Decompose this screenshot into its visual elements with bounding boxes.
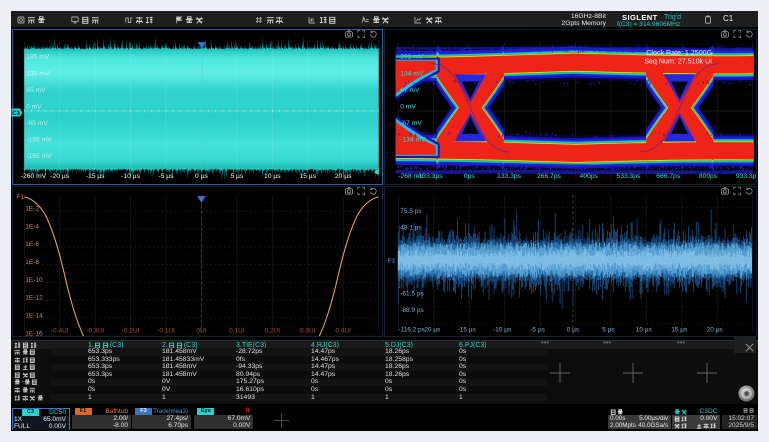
svg-text:Seq Num: 27.510k UI: Seq Num: 27.510k UI — [644, 58, 712, 66]
svg-text:-20 µs: -20 µs — [50, 173, 69, 180]
svg-text:0 mV: 0 mV — [26, 103, 42, 110]
svg-text:-5 µs: -5 µs — [530, 327, 545, 334]
svg-text:266.7ps: 266.7ps — [537, 173, 562, 180]
svg-text:533.3ps: 533.3ps — [617, 173, 642, 180]
svg-text:1E-2: 1E-2 — [25, 205, 39, 212]
svg-text:0ps: 0ps — [464, 173, 475, 180]
svg-text:1E-4: 1E-4 — [25, 223, 39, 230]
svg-text:-5 µs: -5 µs — [158, 173, 174, 180]
svg-text:C3: C3 — [12, 111, 20, 117]
svg-text:130 mV: 130 mV — [26, 70, 50, 77]
svg-text:0UI: 0UI — [196, 328, 206, 335]
svg-text:1E-12: 1E-12 — [25, 295, 43, 302]
svg-text:-195 mV: -195 mV — [26, 153, 52, 160]
svg-text:-15 µs: -15 µs — [86, 173, 105, 180]
svg-text:F3: F3 — [387, 258, 395, 265]
svg-text:-260 mV: -260 mV — [21, 173, 47, 180]
svg-text:0.1UI: 0.1UI — [229, 328, 245, 335]
svg-text:195 mV: 195 mV — [26, 54, 50, 61]
svg-text:20 µs: 20 µs — [707, 327, 724, 334]
svg-text:-61.5 ps: -61.5 ps — [400, 291, 424, 298]
svg-text:0.2UI: 0.2UI — [265, 328, 281, 335]
svg-text:134 mV: 134 mV — [400, 70, 424, 77]
svg-text:0 µs: 0 µs — [567, 327, 580, 334]
svg-text:65 mV: 65 mV — [26, 87, 46, 94]
svg-text:1E-10: 1E-10 — [25, 277, 43, 284]
svg-text:0 mV: 0 mV — [400, 103, 416, 110]
svg-text:-88.9 ps: -88.9 ps — [400, 307, 424, 314]
svg-text:10 µs: 10 µs — [264, 173, 281, 180]
svg-text:15 µs: 15 µs — [671, 327, 688, 334]
svg-text:933.3ps: 933.3ps — [736, 173, 757, 180]
svg-text:1E-6: 1E-6 — [25, 241, 39, 248]
svg-text:-0.3UI: -0.3UI — [86, 328, 104, 335]
svg-text:67 mV: 67 mV — [400, 87, 420, 94]
svg-text:201 mV: 201 mV — [400, 54, 424, 61]
svg-text:400ps: 400ps — [580, 173, 599, 180]
svg-text:-20 µs: -20 µs — [422, 327, 441, 334]
svg-text:666.7ps: 666.7ps — [656, 173, 681, 180]
svg-text:-130 mV: -130 mV — [26, 137, 52, 144]
svg-text:-134 mV: -134 mV — [400, 137, 426, 144]
svg-text:1E-8: 1E-8 — [25, 259, 39, 266]
svg-text:0.3UI: 0.3UI — [300, 328, 316, 335]
svg-text:0.4UI: 0.4UI — [335, 328, 351, 335]
svg-text:1E-16: 1E-16 — [25, 330, 43, 337]
svg-text:800ps: 800ps — [699, 173, 718, 180]
svg-text:-0.2UI: -0.2UI — [122, 328, 140, 335]
svg-text:20 µs: 20 µs — [335, 173, 352, 180]
svg-text:-133.3ps: -133.3ps — [416, 173, 443, 180]
svg-text:-10 µs: -10 µs — [121, 173, 140, 180]
svg-text:-10 µs: -10 µs — [493, 327, 512, 334]
svg-text:133.3ps: 133.3ps — [497, 173, 522, 180]
svg-text:Clock Rate: 1.2500G: Clock Rate: 1.2500G — [646, 49, 712, 57]
svg-text:-65 mV: -65 mV — [26, 120, 48, 127]
svg-text:1E-14: 1E-14 — [25, 312, 43, 319]
svg-text:-67 mV: -67 mV — [400, 120, 422, 127]
svg-text:-15 µs: -15 µs — [458, 327, 477, 334]
svg-text:10 µs: 10 µs — [636, 327, 653, 334]
svg-text:F1: F1 — [16, 194, 24, 201]
svg-text:15 µs: 15 µs — [299, 173, 316, 180]
svg-text:5 µs: 5 µs — [230, 173, 243, 180]
svg-text:-0.4UI: -0.4UI — [51, 328, 69, 335]
svg-text:48.1 ps: 48.1 ps — [400, 224, 422, 231]
svg-text:75.5 ps: 75.5 ps — [400, 208, 422, 215]
svg-text:-0.1UI: -0.1UI — [157, 328, 175, 335]
svg-text:5 µs: 5 µs — [602, 327, 615, 334]
